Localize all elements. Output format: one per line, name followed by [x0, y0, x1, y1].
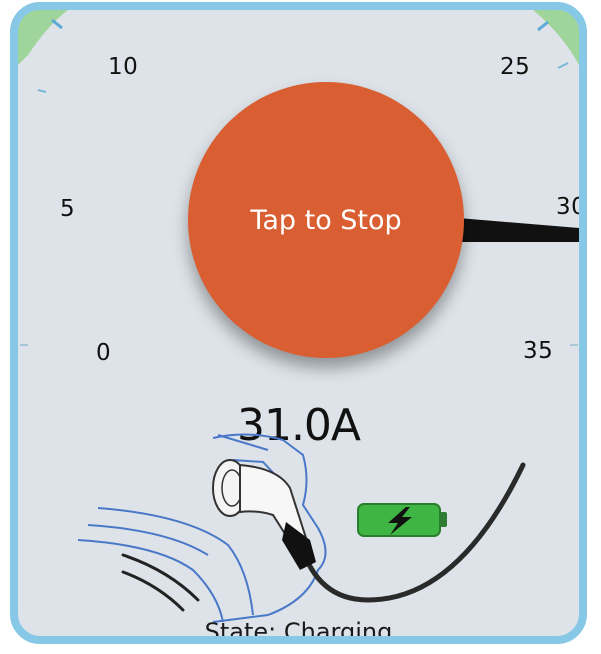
charger-panel: 10 25 5 30 0 35 Tap to Stop 31.0A State:…: [10, 2, 587, 644]
battery-charging-icon: [357, 503, 447, 537]
charging-illustration: [77, 433, 526, 623]
charging-state: State: Charging: [204, 618, 393, 644]
ev-plug-icon: [212, 459, 316, 570]
motion-lines: [121, 553, 200, 612]
